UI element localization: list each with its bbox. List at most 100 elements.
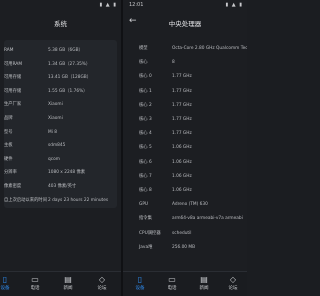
info-value: Xiaomi — [48, 102, 63, 108]
nav-item-news[interactable]: ▤ 新闻 — [191, 274, 217, 291]
info-row: 核心 3 1.77 GHz — [127, 113, 243, 127]
info-value: 1.77 GHz — [172, 102, 192, 108]
info-row: 核心 4 1.77 GHz — [127, 127, 243, 141]
page-title: 系统 — [54, 20, 67, 28]
system-info-card: RAM 5.38 GB（6GB） 可用RAM 1.34 GB（27.35%） 可用存储 1… — [4, 40, 117, 208]
status-bar: 12:01 ▮ ▲ ▮ — [123, 0, 247, 9]
nav-item-phone[interactable]: ▭ 电话 — [22, 274, 48, 291]
info-key: CPU调控器 — [139, 230, 161, 236]
info-row: 可用存储 13.41 GB（128GB） — [4, 71, 117, 85]
info-key: 品牌 — [4, 116, 13, 121]
info-row: 主板 sdm845 — [4, 139, 117, 153]
info-key: 核心 5 — [139, 145, 152, 151]
page-title: 中央处理器 — [168, 20, 202, 28]
info-row: 自上次启动以来的时间 2 days 23 hours 22 minutes — [4, 194, 117, 208]
info-row: 核心 0 1.77 GHz — [127, 70, 243, 84]
info-value: arm64-v8a armeabi-v7a armeabi — [172, 216, 243, 222]
info-row: 可用RAM 1.34 GB（27.35%） — [4, 58, 117, 72]
status-bar: ▮ ▲ ▮ — [0, 0, 121, 9]
info-row: 核心 6 1.06 GHz — [127, 156, 243, 170]
info-value: 2 days 23 hours 22 minutes — [48, 197, 109, 203]
info-key: 可用存储 — [4, 88, 22, 94]
info-key: 型号 — [4, 129, 13, 135]
status-time: 12:01 — [129, 2, 144, 8]
info-key: 核心 1 — [139, 88, 152, 94]
info-key: 硬件 — [4, 156, 13, 162]
info-value: 13.41 GB（128GB） — [48, 75, 92, 81]
info-key: 核心 0 — [139, 74, 152, 80]
info-row: Java堆 256.00 MB — [127, 241, 243, 255]
app-bar: ← 中央处理器 — [123, 9, 247, 37]
info-row: 核心 2 1.77 GHz — [127, 99, 243, 113]
info-row: 硬件 qcom — [4, 153, 117, 167]
info-row: 核心 5 1.06 GHz — [127, 141, 243, 155]
info-row: 品牌 Xiaomi — [4, 112, 117, 126]
info-key: Java堆 — [139, 244, 153, 250]
phone-icon: ▯ — [137, 275, 143, 284]
info-row: 像素密度 403 像素/英寸 — [4, 180, 117, 194]
info-key: 可用RAM — [4, 61, 23, 67]
nav-label: 设备 — [135, 286, 145, 291]
info-row: CPU调控器 schedutil — [127, 227, 243, 241]
info-value: 1.77 GHz — [172, 117, 192, 122]
forum-icon: ◇ — [98, 275, 106, 284]
info-value: Adreno (TM) 630 — [172, 202, 208, 208]
info-value: 1.06 GHz — [172, 159, 192, 165]
nav-item-device[interactable]: ▯ 设备 — [127, 274, 153, 291]
info-value: 1.77 GHz — [172, 74, 192, 80]
info-value: 1.06 GHz — [172, 188, 192, 193]
info-key: GPU — [139, 202, 149, 208]
info-key: 核心 2 — [139, 102, 152, 108]
nav-item-news[interactable]: ▤ 新闻 — [55, 274, 81, 291]
bottom-nav: ▯ 设备 ▭ 电话 ▤ 新闻 ◇ 论坛 — [123, 271, 247, 296]
info-value: 1.34 GB（27.35%） — [48, 61, 91, 67]
info-value: 5.38 GB（6GB） — [48, 48, 83, 53]
cpu-info-card: 模型 Octa-Core 2.80 GHz Qualcomm Technologi… — [127, 40, 247, 271]
monitor-icon: ▭ — [31, 275, 39, 284]
info-row: 模型 Octa-Core 2.80 GHz Qualcomm Technologi… — [127, 42, 247, 56]
status-icons: ▮ ▲ ▮ — [99, 2, 117, 8]
info-key: 主板 — [4, 143, 13, 149]
info-row: 核心 8 — [127, 56, 243, 70]
nav-label: 论坛 — [97, 286, 107, 291]
info-value: Mi 8 — [48, 129, 58, 135]
info-value: qcom — [48, 156, 60, 162]
info-value: 1.55 GB（1.76%） — [48, 88, 88, 94]
info-key: 模型 — [139, 46, 148, 51]
nav-item-device[interactable]: ▯ 设备 — [0, 274, 18, 291]
news-icon: ▤ — [64, 275, 72, 284]
info-value: 403 像素/英寸 — [48, 184, 77, 189]
info-key: RAM — [4, 48, 14, 53]
info-key: 可用存储 — [4, 75, 22, 81]
info-value: 1.77 GHz — [172, 131, 192, 137]
info-key: 核心 4 — [139, 131, 152, 137]
info-key: 核心 8 — [139, 188, 152, 193]
left-pane: ▮ ▲ ▮ 系统 RAM 5.38 GB（6GB） 可用RAM 1.34 GB（27.… — [0, 0, 121, 296]
info-value: 1.77 GHz — [172, 88, 192, 94]
info-row: 指令集 arm64-v8a armeabi-v7a armeabi — [127, 212, 243, 226]
info-row: 核心 7 1.06 GHz — [127, 170, 243, 184]
info-key: 核心 7 — [139, 173, 152, 179]
right-pane: 12:01 ▮ ▲ ▮ ← 中央处理器 模型 Octa-Core 2.80 GHz… — [123, 0, 247, 296]
info-key: 指令集 — [139, 216, 152, 222]
info-value: 1.06 GHz — [172, 145, 192, 151]
info-row: 型号 Mi 8 — [4, 126, 117, 140]
info-row: RAM 5.38 GB（6GB） — [4, 44, 117, 58]
info-row: 核心 1 1.77 GHz — [127, 85, 243, 99]
nav-item-forum[interactable]: ◇ 论坛 — [220, 274, 246, 291]
info-value: Xiaomi — [48, 116, 63, 121]
info-value: schedutil — [172, 230, 192, 236]
info-key: 自上次启动以来的时间 — [4, 197, 47, 203]
info-row: 分辨率 1080 x 2248 像素 — [4, 166, 117, 180]
info-key: 生产厂家 — [4, 102, 22, 108]
nav-item-forum[interactable]: ◇ 论坛 — [89, 274, 115, 291]
info-value: sdm845 — [48, 143, 66, 149]
info-row: 可用存储 1.55 GB（1.76%） — [4, 85, 117, 99]
info-key: 核心 — [139, 60, 148, 66]
nav-label: 电话 — [30, 286, 40, 291]
nav-label: 设备 — [0, 286, 10, 291]
monitor-icon: ▭ — [168, 275, 176, 284]
nav-item-phone[interactable]: ▭ 电话 — [159, 274, 185, 291]
nav-label: 电话 — [167, 286, 177, 291]
info-key: 核心 6 — [139, 159, 152, 165]
